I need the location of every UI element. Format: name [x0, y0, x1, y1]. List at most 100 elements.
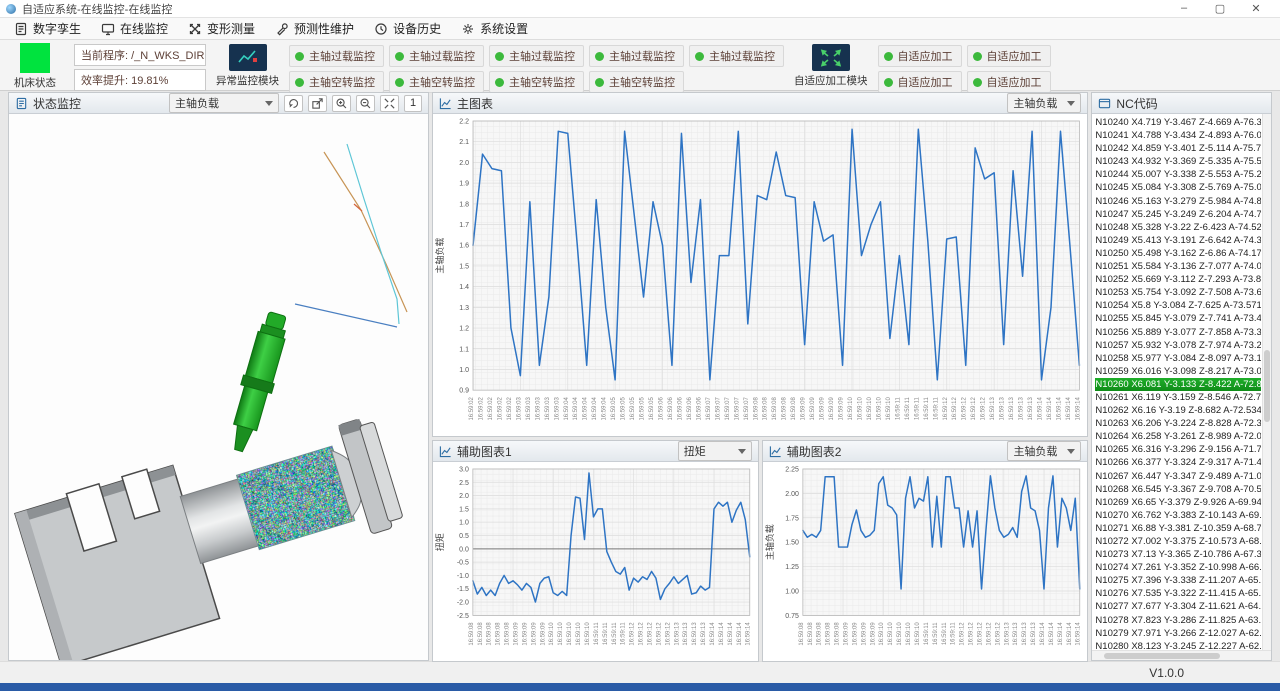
nc-line[interactable]: N10275 X7.396 Y-3.338 Z-11.207 A-65.95 — [1095, 574, 1261, 587]
nc-line[interactable]: N10254 X5.8 Y-3.084 Z-7.625 A-73.571 C — [1095, 299, 1261, 312]
nc-line[interactable]: N10271 X6.88 Y-3.381 Z-10.359 A-68.711 — [1095, 522, 1261, 535]
horizontal-scrollbar[interactable] — [1092, 650, 1271, 660]
3d-viewport[interactable] — [9, 114, 428, 660]
button-label: 自适应加工 — [898, 48, 953, 64]
nc-line[interactable]: N10263 X6.206 Y-3.224 Z-8.828 A-72.33 C — [1095, 417, 1261, 430]
nc-line[interactable]: N10255 X5.845 Y-3.079 Z-7.741 A-73.458 — [1095, 312, 1261, 325]
rotate-view-button[interactable] — [284, 95, 303, 112]
nc-line[interactable]: N10267 X6.447 Y-3.347 Z-9.489 A-71.055 — [1095, 470, 1261, 483]
nc-line[interactable]: N10245 X5.084 Y-3.308 Z-5.769 A-75.088 — [1095, 181, 1261, 194]
menu-item-device-history[interactable]: 设备历史 — [364, 18, 451, 39]
chevron-down-icon — [265, 101, 273, 106]
aux2-series-dropdown[interactable]: 主轴负载 — [1007, 441, 1081, 461]
nc-line[interactable]: N10246 X5.163 Y-3.279 Z-5.984 A-74.892 — [1095, 195, 1261, 208]
spindle-idle-monitor-button[interactable]: 主轴空转监控 — [489, 71, 584, 93]
nc-line[interactable]: N10259 X6.016 Y-3.098 Z-8.217 A-73.036 — [1095, 365, 1261, 378]
nc-line[interactable]: N10269 X6.65 Y-3.379 Z-9.926 A-69.947 C — [1095, 496, 1261, 509]
view-channel-dropdown[interactable]: 主轴负载 — [169, 93, 279, 113]
adaptive-module-icon — [812, 44, 850, 71]
svg-text:16:59:07: 16:59:07 — [725, 397, 731, 421]
nc-line-current[interactable]: N10260 X6.081 Y-3.133 Z-8.422 A-72.835 — [1095, 378, 1261, 391]
spindle-overload-monitor-button[interactable]: 主轴过载监控 — [589, 45, 684, 67]
vertical-scrollbar[interactable] — [1262, 114, 1271, 650]
nc-line[interactable]: N10274 X7.261 Y-3.352 Z-10.998 A-66.67 — [1095, 561, 1261, 574]
svg-text:1.50: 1.50 — [785, 540, 799, 547]
nc-line[interactable]: N10276 X7.535 Y-3.322 Z-11.415 A-65.22 — [1095, 587, 1261, 600]
svg-text:16:59:08: 16:59:08 — [469, 622, 475, 646]
svg-text:16:59:03: 16:59:03 — [554, 397, 560, 421]
status-dot-icon — [884, 78, 893, 87]
scrollbar-thumb[interactable] — [1264, 350, 1270, 422]
spindle-idle-monitor-button[interactable]: 主轴空转监控 — [389, 71, 484, 93]
nc-line[interactable]: N10250 X5.498 Y-3.162 Z-6.86 A-74.178 C — [1095, 247, 1261, 260]
svg-text:16:59:03: 16:59:03 — [526, 397, 532, 421]
nc-line[interactable]: N10258 X5.977 Y-3.084 Z-8.097 A-73.138 — [1095, 352, 1261, 365]
spindle-overload-monitor-button[interactable]: 主轴过载监控 — [389, 45, 484, 67]
adaptive-machining-button[interactable]: 自适应加工 — [967, 71, 1051, 93]
export-view-button[interactable] — [308, 95, 327, 112]
fit-view-button[interactable] — [380, 95, 399, 112]
minimize-icon[interactable]: – — [1166, 2, 1202, 15]
svg-text:16:59:13: 16:59:13 — [1022, 622, 1028, 646]
nc-line[interactable]: N10257 X5.932 Y-3.078 Z-7.974 A-73.243 — [1095, 339, 1261, 352]
spindle-overload-monitor-button[interactable]: 主轴过载监控 — [689, 45, 784, 67]
spindle-idle-monitor-button[interactable]: 主轴空转监控 — [589, 71, 684, 93]
main-chart-title: 主图表 — [457, 95, 493, 112]
nc-line[interactable]: N10261 X6.119 Y-3.159 Z-8.546 A-72.701 — [1095, 391, 1261, 404]
nc-line[interactable]: N10264 X6.258 Y-3.261 Z-8.989 A-72.072 — [1095, 430, 1261, 443]
nc-line[interactable]: N10277 X7.677 Y-3.304 Z-11.621 A-64.48 — [1095, 600, 1261, 613]
main-chart-series-dropdown[interactable]: 主轴负载 — [1007, 93, 1081, 113]
svg-text:16:59:06: 16:59:06 — [659, 397, 665, 421]
spindle-overload-monitor-button[interactable]: 主轴过载监控 — [289, 45, 384, 67]
adaptive-machining-button[interactable]: 自适应加工 — [878, 71, 962, 93]
adaptive-machining-button[interactable]: 自适应加工 — [878, 45, 962, 67]
nc-line[interactable]: N10247 X5.245 Y-3.249 Z-6.204 A-74.701 — [1095, 208, 1261, 221]
svg-text:16:59:08: 16:59:08 — [505, 622, 511, 646]
nc-line[interactable]: N10278 X7.823 Y-3.286 Z-11.825 A-63.73 — [1095, 614, 1261, 627]
nc-line[interactable]: N10268 X6.545 Y-3.367 Z-9.708 A-70.519 — [1095, 483, 1261, 496]
spindle-overload-monitor-button[interactable]: 主轴过载监控 — [489, 45, 584, 67]
nc-line[interactable]: N10242 X4.859 Y-3.401 Z-5.114 A-75.775 — [1095, 142, 1261, 155]
svg-text:16:59:14: 16:59:14 — [1067, 622, 1073, 646]
svg-text:0.9: 0.9 — [459, 388, 469, 395]
nc-line[interactable]: N10243 X4.932 Y-3.369 Z-5.335 A-75.523 — [1095, 155, 1261, 168]
zoom-out-button[interactable] — [356, 95, 375, 112]
aux1-series-dropdown[interactable]: 扭矩 — [678, 441, 752, 461]
gear-icon — [461, 22, 475, 36]
nc-line[interactable]: N10279 X7.971 Y-3.266 Z-12.027 A-62.98 — [1095, 627, 1261, 640]
status-monitor-title: 状态监控 — [33, 95, 81, 112]
nc-line[interactable]: N10265 X6.316 Y-3.296 Z-9.156 A-71.771 — [1095, 443, 1261, 456]
menu-item-deform-measure[interactable]: 变形测量 — [178, 18, 265, 39]
zoom-in-button[interactable] — [332, 95, 351, 112]
svg-text:16:59:10: 16:59:10 — [879, 622, 885, 646]
nc-line[interactable]: N10252 X5.669 Y-3.112 Z-7.293 A-73.844 — [1095, 273, 1261, 286]
nc-line[interactable]: N10266 X6.377 Y-3.324 Z-9.317 A-71.443 — [1095, 456, 1261, 469]
nc-line[interactable]: N10272 X7.002 Y-3.375 Z-10.573 A-68.05 — [1095, 535, 1261, 548]
nc-line[interactable]: N10248 X5.328 Y-3.22 Z-6.423 A-74.52 C — [1095, 221, 1261, 234]
nc-line[interactable]: N10240 X4.719 Y-3.467 Z-4.669 A-76.396 — [1095, 116, 1261, 129]
adaptive-machining-button[interactable]: 自适应加工 — [967, 45, 1051, 67]
close-icon[interactable]: ✕ — [1238, 2, 1274, 15]
nc-line[interactable]: N10256 X5.889 Y-3.077 Z-7.858 A-73.348 — [1095, 326, 1261, 339]
svg-text:-0.5: -0.5 — [457, 560, 469, 567]
nc-line[interactable]: N10273 X7.13 Y-3.365 Z-10.786 A-67.372 — [1095, 548, 1261, 561]
efficiency-gain: 效率提升: 19.81% — [74, 69, 206, 91]
zoom-level-field[interactable]: 1 — [404, 95, 422, 112]
spindle-idle-monitor-button[interactable]: 主轴空转监控 — [289, 71, 384, 93]
maximize-icon[interactable]: ▢ — [1202, 2, 1238, 15]
adaptive-button-grid: 自适应加工自适应加工 自适应加工自适应加工 — [878, 45, 1051, 93]
nc-line[interactable]: N10251 X5.584 Y-3.136 Z-7.077 A-74.012 — [1095, 260, 1261, 273]
nc-line[interactable]: N10270 X6.762 Y-3.383 Z-10.143 A-69.34 — [1095, 509, 1261, 522]
svg-text:16:59:11: 16:59:11 — [621, 622, 627, 645]
nc-line[interactable]: N10244 X5.007 Y-3.338 Z-5.553 A-75.297 — [1095, 168, 1261, 181]
menu-item-system-settings[interactable]: 系统设置 — [451, 18, 538, 39]
menu-item-digital-twin[interactable]: 数字孪生 — [4, 18, 91, 39]
nc-line[interactable]: N10253 X5.754 Y-3.092 Z-7.508 A-73.677 — [1095, 286, 1261, 299]
menu-item-predictive-maintenance[interactable]: 预测性维护 — [265, 18, 364, 39]
nc-line[interactable]: N10249 X5.413 Y-3.191 Z-6.642 A-74.346 — [1095, 234, 1261, 247]
scrollbar-thumb[interactable] — [1104, 653, 1220, 659]
nc-line[interactable]: N10280 X8.123 Y-3.245 Z-12.227 A-62.23 — [1095, 640, 1261, 650]
nc-line[interactable]: N10262 X6.16 Y-3.19 Z-8.682 A-72.534 C — [1095, 404, 1261, 417]
menu-item-online-monitor[interactable]: 在线监控 — [91, 18, 178, 39]
nc-line[interactable]: N10241 X4.788 Y-3.434 Z-4.893 A-76.062 — [1095, 129, 1261, 142]
